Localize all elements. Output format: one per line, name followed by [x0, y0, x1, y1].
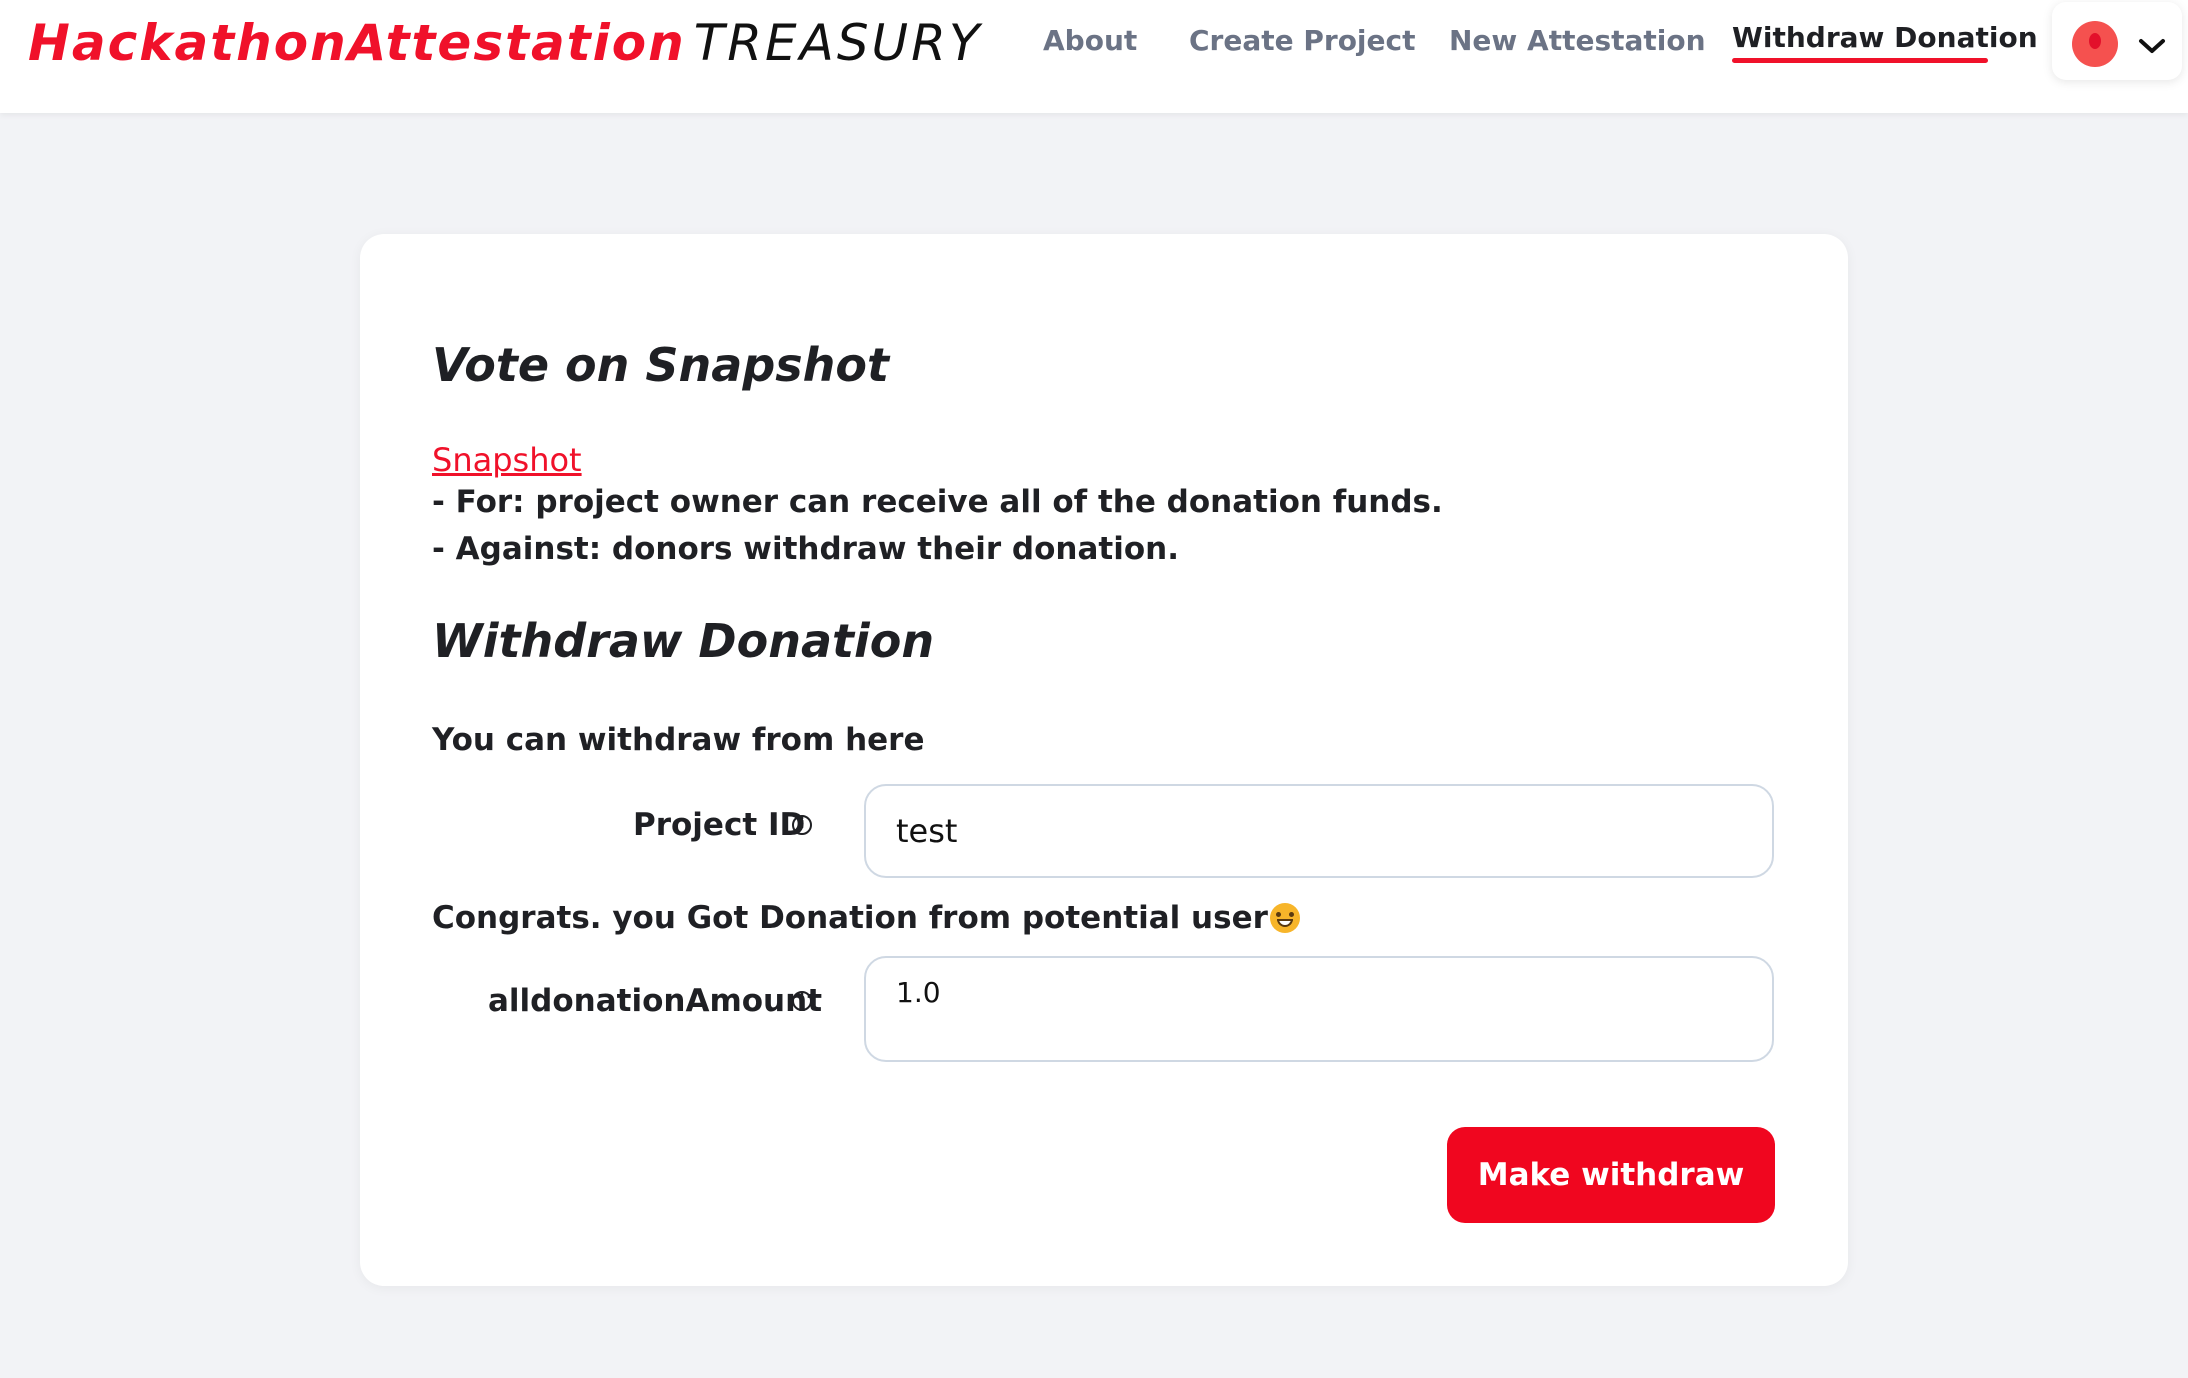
- nav-about[interactable]: About: [1043, 24, 1137, 57]
- nav-new-attestation[interactable]: New Attestation: [1449, 24, 1706, 57]
- make-withdraw-button[interactable]: Make withdraw: [1447, 1127, 1775, 1223]
- info-icon[interactable]: i: [792, 991, 812, 1011]
- vote-for-text: - For: project owner can receive all of …: [432, 484, 1443, 520]
- donation-amount-label: alldonationAmount: [488, 983, 823, 1019]
- snapshot-link[interactable]: Snapshot: [432, 441, 582, 479]
- info-icon[interactable]: i: [792, 815, 812, 835]
- account-menu-button[interactable]: [2052, 2, 2182, 80]
- congrats-text: Congrats. you Got Donation from potentia…: [432, 900, 1268, 936]
- vote-heading: Vote on Snapshot: [432, 338, 889, 392]
- donation-amount-field[interactable]: 1.0: [864, 956, 1774, 1062]
- nav-withdraw-donation[interactable]: Withdraw Donation: [1732, 21, 2038, 54]
- nav-create-project[interactable]: Create Project: [1189, 24, 1416, 57]
- brand-logo[interactable]: HackathonAttestation TREASURY: [28, 14, 982, 72]
- avatar-icon: [2072, 21, 2118, 67]
- congrats-message: Congrats. you Got Donation from potentia…: [432, 900, 1300, 936]
- withdraw-card: Vote on Snapshot Snapshot - For: project…: [360, 234, 1848, 1286]
- project-id-label: Project ID: [633, 807, 806, 843]
- project-id-input[interactable]: [864, 784, 1774, 878]
- active-nav-indicator: [1732, 58, 1988, 63]
- smile-emoji-icon: [1269, 903, 1300, 933]
- withdraw-heading: Withdraw Donation: [432, 614, 935, 668]
- withdraw-intro: You can withdraw from here: [432, 722, 925, 758]
- vote-against-text: - Against: donors withdraw their donatio…: [432, 531, 1179, 567]
- brand-suffix: TREASURY: [693, 14, 983, 72]
- top-navigation-bar: HackathonAttestation TREASURY About Creat…: [0, 0, 2188, 113]
- chevron-down-icon: [2138, 32, 2166, 62]
- brand-name: HackathonAttestation: [28, 14, 686, 72]
